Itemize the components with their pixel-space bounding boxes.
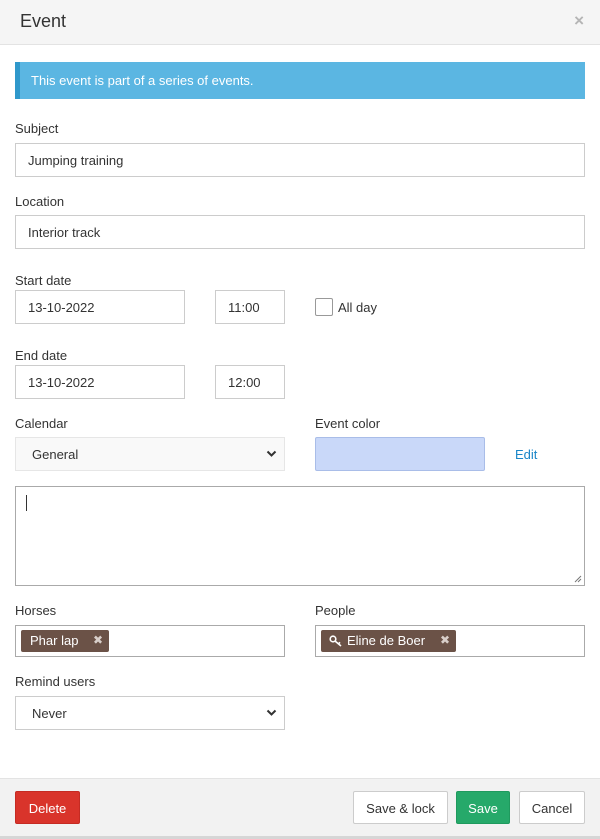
location-label: Location bbox=[15, 194, 65, 209]
start-date-input[interactable]: 13-10-2022 bbox=[15, 290, 185, 324]
start-date-label: Start date bbox=[15, 273, 72, 288]
remind-users-select[interactable]: Never bbox=[15, 696, 285, 730]
horses-tag-input[interactable]: Phar lap ✖ bbox=[15, 625, 285, 657]
calendar-selected-value: General bbox=[32, 447, 79, 462]
remove-tag-icon[interactable]: ✖ bbox=[93, 633, 103, 647]
resize-grip-icon[interactable] bbox=[574, 575, 582, 583]
calendar-label: Calendar bbox=[15, 416, 68, 431]
remind-selected-value: Never bbox=[32, 706, 67, 721]
cancel-button[interactable]: Cancel bbox=[519, 791, 585, 824]
event-dialog: Event × This event is part of a series o… bbox=[0, 0, 600, 839]
start-time-input[interactable]: 11:00 bbox=[215, 290, 285, 324]
person-tag: Eline de Boer ✖ bbox=[321, 630, 456, 652]
description-textarea[interactable] bbox=[15, 486, 585, 586]
dialog-title: Event bbox=[20, 11, 67, 31]
event-color-swatch[interactable] bbox=[315, 437, 485, 471]
save-button[interactable]: Save bbox=[456, 791, 510, 824]
edit-color-link[interactable]: Edit bbox=[515, 447, 537, 462]
end-date-input[interactable]: 13-10-2022 bbox=[15, 365, 185, 399]
dialog-header: Event × bbox=[0, 0, 600, 45]
calendar-select[interactable]: General bbox=[15, 437, 285, 471]
save-and-lock-button[interactable]: Save & lock bbox=[353, 791, 448, 824]
event-color-label: Event color bbox=[315, 416, 381, 431]
dialog-footer: Delete Save & lock Save Cancel bbox=[0, 778, 600, 839]
subject-label: Subject bbox=[15, 121, 59, 136]
close-icon[interactable]: × bbox=[574, 12, 584, 29]
remind-users-label: Remind users bbox=[15, 674, 96, 689]
all-day-checkbox[interactable] bbox=[315, 298, 333, 316]
chevron-down-icon bbox=[266, 709, 277, 716]
delete-button[interactable]: Delete bbox=[15, 791, 80, 824]
chevron-down-icon bbox=[266, 450, 277, 457]
all-day-label: All day bbox=[338, 300, 378, 315]
people-label: People bbox=[315, 603, 356, 618]
key-icon bbox=[329, 635, 342, 647]
end-date-label: End date bbox=[15, 348, 68, 363]
series-info-banner: This event is part of a series of events… bbox=[15, 62, 585, 99]
people-tag-input[interactable]: Eline de Boer ✖ bbox=[315, 625, 585, 657]
remove-tag-icon[interactable]: ✖ bbox=[440, 633, 450, 647]
end-time-input[interactable]: 12:00 bbox=[215, 365, 285, 399]
person-tag-label: Eline de Boer bbox=[347, 633, 426, 648]
horses-label: Horses bbox=[15, 603, 57, 618]
subject-input[interactable]: Jumping training bbox=[15, 143, 585, 177]
location-input[interactable]: Interior track bbox=[15, 215, 585, 249]
text-cursor bbox=[26, 495, 27, 511]
horse-tag-label: Phar lap bbox=[30, 633, 79, 648]
horse-tag: Phar lap ✖ bbox=[21, 630, 109, 652]
